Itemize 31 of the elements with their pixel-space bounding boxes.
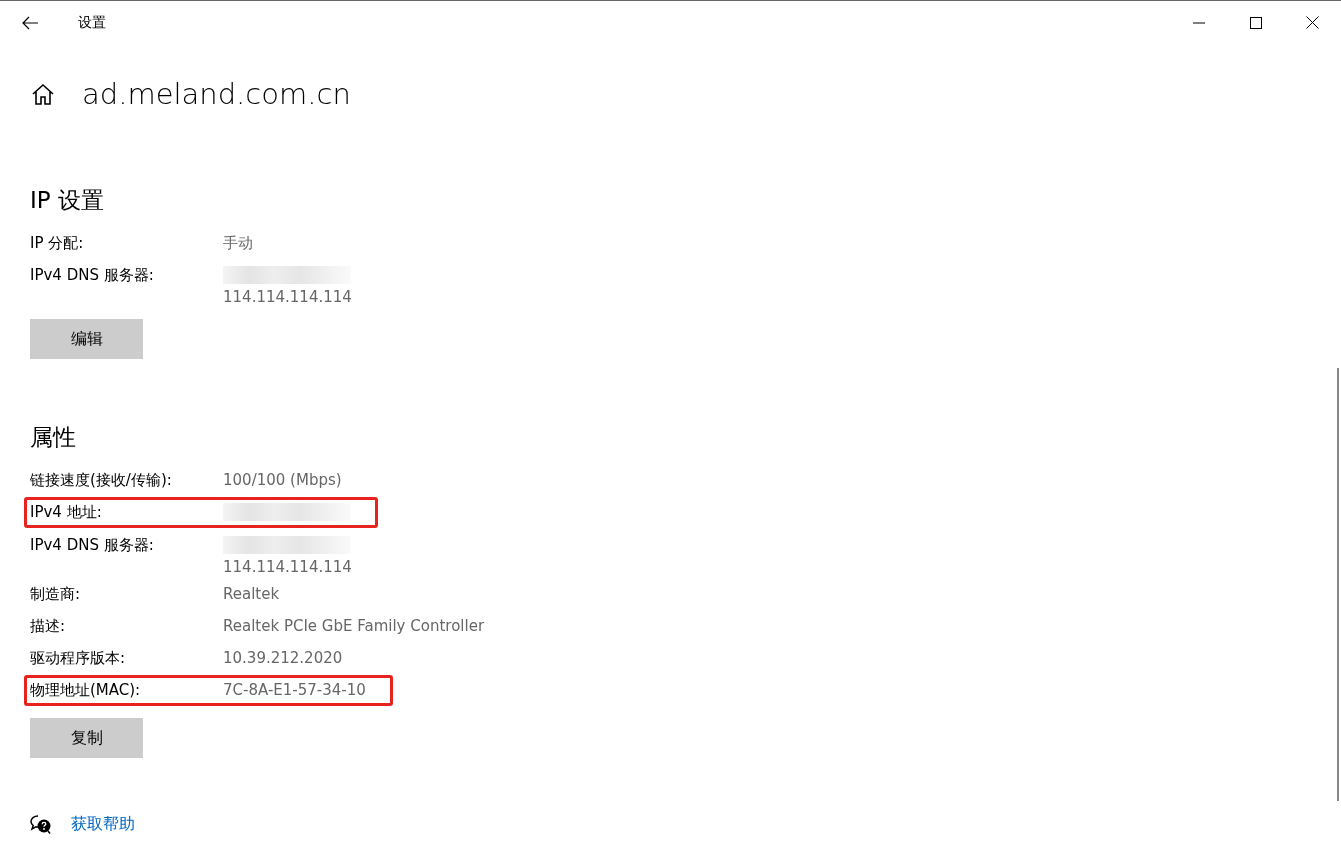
section-heading: IP 设置 [30, 186, 105, 215]
property-value: 10.39.212.2020 [223, 648, 343, 669]
action-button[interactable]: 复制 [30, 718, 143, 758]
close-icon[interactable] [1306, 16, 1319, 29]
back-arrow-icon[interactable] [22, 15, 38, 30]
property-label: IPv4 地址: [30, 502, 103, 523]
property-value: Realtek [223, 584, 280, 605]
window-title: 设置 [78, 13, 107, 32]
section-heading: 属性 [30, 423, 77, 452]
property-label: IP 分配: [30, 233, 85, 254]
property-label: 链接速度(接收/传输): [30, 470, 173, 491]
property-value: 114.114.114.114 [223, 287, 352, 308]
help-chat-icon [30, 815, 51, 834]
property-label: 驱动程序版本: [30, 648, 127, 669]
home-icon[interactable] [31, 83, 55, 105]
help-link[interactable]: 获取帮助 [71, 814, 135, 835]
property-label: 制造商: [30, 584, 82, 605]
minimize-icon[interactable] [1192, 21, 1205, 24]
property-value: 114.114.114.114 [223, 557, 352, 578]
property-label: 物理地址(MAC): [30, 680, 142, 701]
property-label: IPv4 DNS 服务器: [30, 535, 155, 556]
page-title: ad.meland.com.cn [82, 77, 351, 111]
property-value: 手动 [223, 233, 253, 254]
property-value: 100/100 (Mbps) [223, 470, 342, 491]
action-button[interactable]: 编辑 [30, 319, 143, 359]
property-value: Realtek PCIe GbE Family Controller [223, 616, 485, 637]
property-value: 7C-8A-E1-57-34-10 [223, 680, 366, 701]
property-label: IPv4 DNS 服务器: [30, 265, 155, 286]
scrollbar[interactable] [1337, 368, 1339, 801]
maximize-icon[interactable] [1249, 16, 1262, 29]
property-label: 描述: [30, 616, 67, 637]
